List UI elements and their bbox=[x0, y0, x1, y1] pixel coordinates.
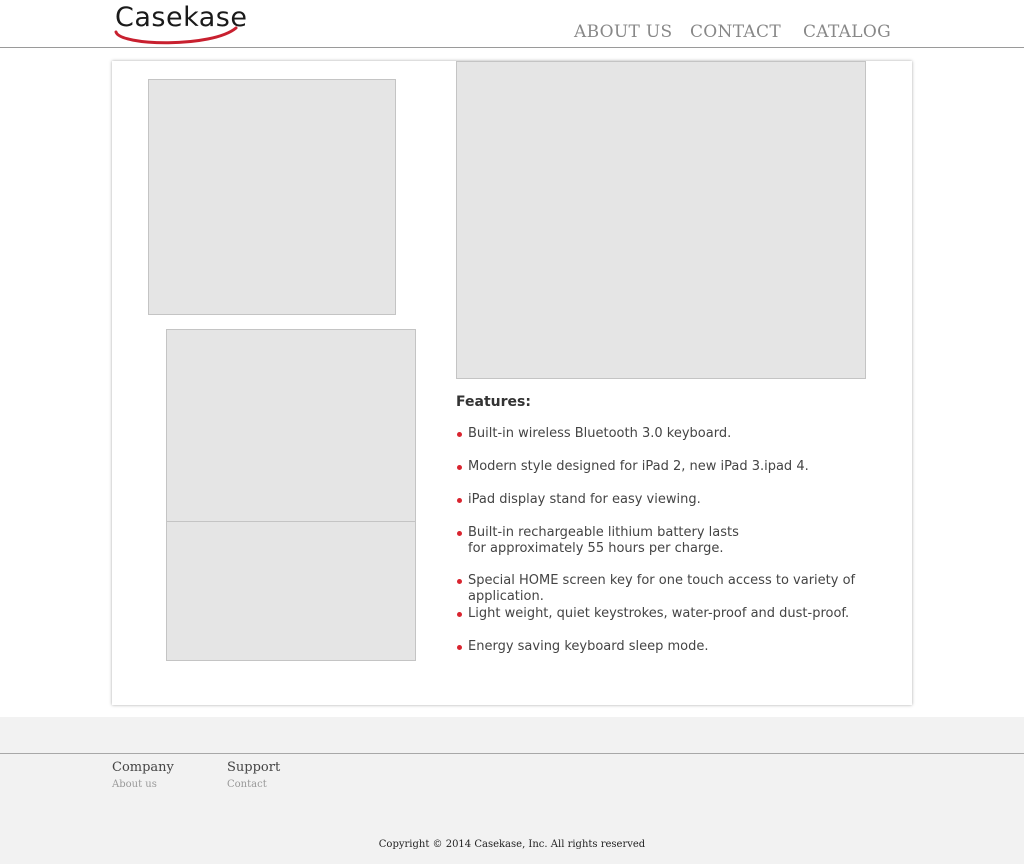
nav-catalog[interactable]: CATALOG bbox=[803, 22, 891, 44]
feature-item: iPad display stand for easy viewing. bbox=[456, 492, 701, 508]
footer-divider bbox=[0, 753, 1024, 754]
features-title: Features: bbox=[456, 394, 531, 410]
nav-about-us[interactable]: ABOUT US bbox=[574, 22, 672, 44]
tablet-case-back-image bbox=[166, 329, 416, 541]
bullet-icon bbox=[457, 645, 462, 650]
feature-item: Modern style designed for iPad 2, new iP… bbox=[456, 459, 809, 475]
bullet-icon bbox=[457, 432, 462, 437]
logo-text: Casekase bbox=[115, 2, 248, 33]
footer-contact-link[interactable]: Contact bbox=[227, 779, 267, 790]
footer-company-heading: Company bbox=[112, 760, 174, 775]
bullet-icon bbox=[457, 498, 462, 503]
tablet-case-angle-image bbox=[166, 521, 416, 661]
bullet-icon bbox=[457, 465, 462, 470]
feature-item: Built-in rechargeable lithium battery la… bbox=[456, 525, 756, 557]
bullet-icon bbox=[457, 579, 462, 584]
footer-about-us-link[interactable]: About us bbox=[112, 779, 157, 790]
nav-contact[interactable]: CONTACT bbox=[690, 22, 781, 44]
casekase-logo[interactable]: Casekase bbox=[112, 2, 247, 46]
bullet-icon bbox=[457, 531, 462, 536]
footer-support-heading: Support bbox=[227, 760, 281, 775]
copyright-text: Copyright © 2014 Casekase, Inc. All righ… bbox=[378, 839, 646, 850]
feature-item: Light weight, quiet keystrokes, water-pr… bbox=[456, 606, 849, 622]
site-header: Casekase ABOUT US CONTACT CATALOG bbox=[0, 0, 1024, 48]
product-card: Features: Built-in wireless Bluetooth 3.… bbox=[112, 61, 912, 705]
bullet-icon bbox=[457, 612, 462, 617]
feature-item: Energy saving keyboard sleep mode. bbox=[456, 639, 709, 655]
feature-item: Special HOME screen key for one touch ac… bbox=[456, 573, 906, 605]
keyboard-with-cable-image bbox=[456, 61, 866, 379]
feature-item: Built-in wireless Bluetooth 3.0 keyboard… bbox=[456, 426, 731, 442]
site-footer: Company About us Support Contact Copyrig… bbox=[0, 717, 1024, 864]
tablet-on-stand-image bbox=[148, 79, 396, 315]
